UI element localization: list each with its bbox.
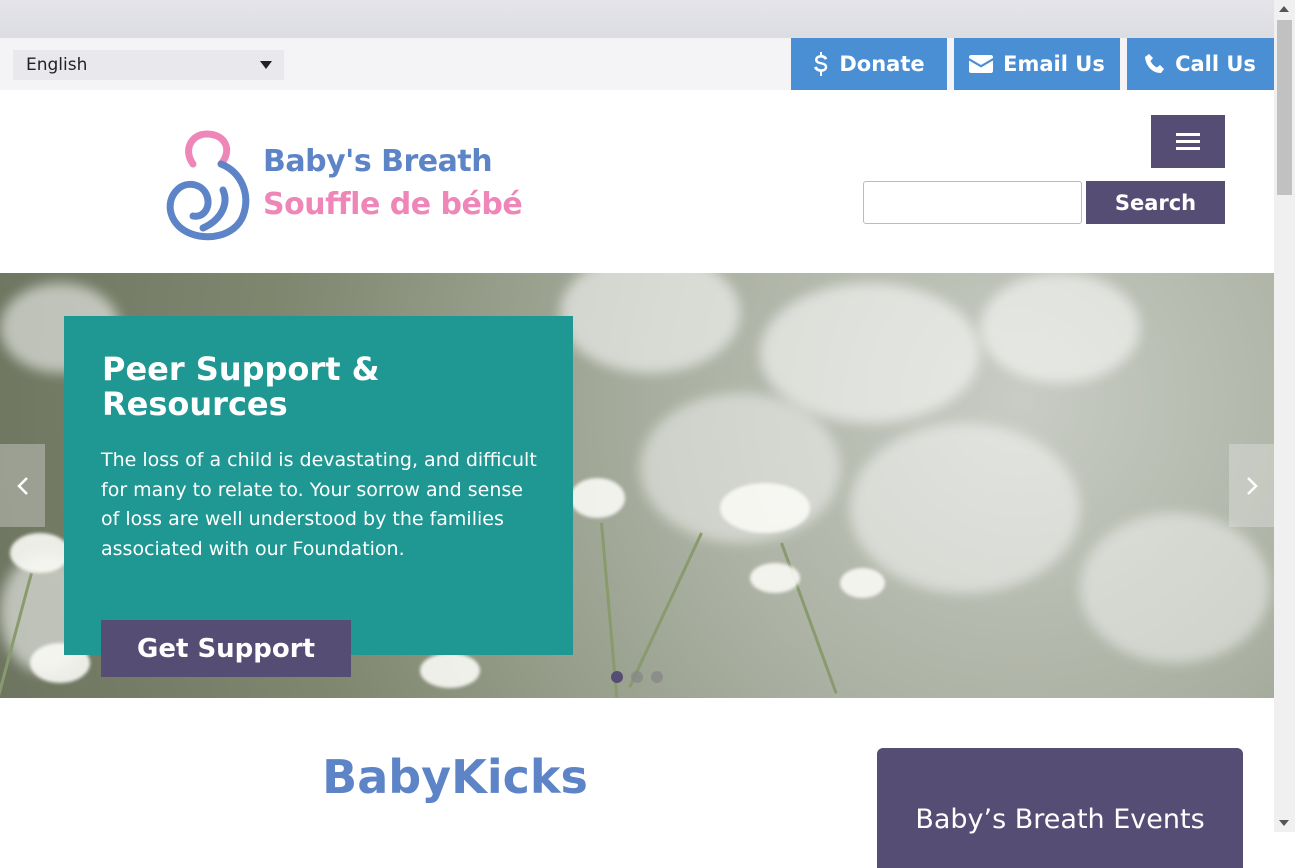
hero-carousel: Peer Support & Resources The loss of a c…: [0, 273, 1274, 698]
hero-card: Peer Support & Resources The loss of a c…: [64, 316, 573, 655]
chevron-right-icon: [1246, 476, 1258, 495]
hero-title: Peer Support & Resources: [102, 350, 380, 423]
search-button[interactable]: Search: [1086, 181, 1225, 224]
logo-text-english: Baby's Breath: [263, 144, 493, 179]
call-us-button[interactable]: Call Us: [1127, 38, 1274, 90]
site-logo[interactable]: Baby's Breath Souffle de bébé: [163, 128, 533, 246]
browser-top-strip: [0, 0, 1274, 38]
logo-mark-icon: [166, 130, 250, 241]
events-title: Baby’s Breath Events: [915, 804, 1205, 835]
phone-icon: [1145, 54, 1165, 73]
donate-button[interactable]: Donate: [791, 38, 947, 90]
scroll-down-icon[interactable]: [1279, 820, 1289, 826]
carousel-dot[interactable]: [631, 671, 643, 683]
events-panel: Baby’s Breath Events: [877, 748, 1243, 868]
language-select-value: English: [26, 55, 88, 75]
hamburger-icon[interactable]: [1151, 115, 1225, 168]
babykicks-heading: BabyKicks: [322, 750, 588, 804]
scroll-up-icon[interactable]: [1279, 6, 1289, 12]
call-us-label: Call Us: [1175, 52, 1256, 76]
envelope-icon: [969, 55, 994, 73]
site-header: Baby's Breath Souffle de bébé Search: [0, 90, 1274, 273]
carousel-indicators: [611, 671, 663, 683]
chevron-down-icon: [260, 61, 272, 69]
chevron-left-icon: [16, 476, 28, 495]
carousel-dot[interactable]: [651, 671, 663, 683]
page-scrollbar[interactable]: [1274, 0, 1295, 832]
carousel-dot[interactable]: [611, 671, 623, 683]
donate-label: Donate: [839, 52, 925, 76]
email-us-button[interactable]: Email Us: [954, 38, 1120, 90]
hero-text: The loss of a child is devastating, and …: [101, 449, 537, 560]
get-support-button[interactable]: Get Support: [101, 620, 351, 677]
scrollbar-thumb[interactable]: [1277, 20, 1292, 195]
top-bar: English Donate Email Us Call Us: [0, 38, 1274, 90]
carousel-next-button[interactable]: [1229, 444, 1274, 527]
email-us-label: Email Us: [1003, 52, 1105, 76]
dollar-icon: [814, 52, 828, 76]
logo-text-french: Souffle de bébé: [263, 187, 523, 222]
search-input[interactable]: [863, 181, 1082, 224]
language-select[interactable]: English: [13, 50, 284, 80]
carousel-prev-button[interactable]: [0, 444, 45, 527]
